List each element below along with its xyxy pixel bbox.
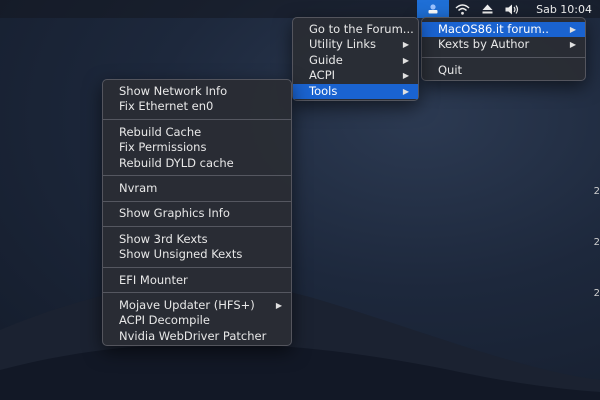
- forum-tool-icon: [428, 4, 438, 14]
- menu-item-label: Fix Ethernet en0: [119, 99, 214, 114]
- submenu-arrow-icon: ▶: [569, 25, 576, 34]
- menu-item-rebuild-dyld-cache[interactable]: Rebuild DYLD cache: [103, 156, 291, 171]
- menu-item-label: Fix Permissions: [119, 140, 207, 155]
- menu-item-nvidia-webdriver-patcher[interactable]: Nvidia WebDriver Patcher: [103, 329, 291, 344]
- menu-separator: [422, 57, 585, 59]
- menu-separator: [103, 119, 291, 121]
- menu-item-label: EFI Mounter: [119, 272, 188, 287]
- menu-item-label: ACPI Decompile: [119, 313, 210, 328]
- menu-item-show-network-info[interactable]: Show Network Info: [103, 84, 291, 99]
- desktop-edge-text: 2: [593, 237, 600, 248]
- menu-item-go-to-forum[interactable]: Go to the Forum...: [293, 22, 418, 37]
- volume-status-item[interactable]: [499, 0, 526, 18]
- menu-item-utility-links[interactable]: Utility Links ▶: [293, 37, 418, 52]
- menu-item-label: Nvram: [119, 180, 158, 195]
- menu-item-fix-permissions[interactable]: Fix Permissions: [103, 140, 291, 155]
- forum-tool-menu: MacOS86.it forum.. ▶ Kexts by Author ▶ Q…: [421, 17, 586, 81]
- menu-item-label: Mojave Updater (HFS+): [119, 297, 255, 312]
- menu-item-label: ACPI: [309, 68, 336, 83]
- menu-separator: [103, 226, 291, 228]
- menu-separator: [103, 200, 291, 202]
- menu-item-label: MacOS86.it forum..: [438, 22, 549, 36]
- forum-tool-status-item[interactable]: [417, 0, 450, 18]
- menu-separator: [103, 175, 291, 177]
- volume-icon: [505, 4, 519, 14]
- desktop-wallpaper: [0, 283, 600, 400]
- menu-item-kexts-by-author[interactable]: Kexts by Author ▶: [422, 37, 585, 52]
- menu-item-label: Go to the Forum...: [309, 22, 414, 36]
- submenu-arrow-icon: ▶: [402, 71, 409, 81]
- menu-item-label: Utility Links: [309, 37, 377, 52]
- submenu-arrow-icon: ▶: [402, 40, 409, 50]
- menu-item-efi-mounter[interactable]: EFI Mounter: [103, 273, 291, 288]
- menu-item-label: Rebuild Cache: [119, 124, 202, 139]
- menu-item-nvram[interactable]: Nvram: [103, 181, 291, 196]
- submenu-arrow-icon: ▶: [275, 300, 282, 310]
- desktop-edge-text: 2: [593, 288, 600, 299]
- menu-item-fix-ethernet[interactable]: Fix Ethernet en0: [103, 99, 291, 114]
- menu-item-mojave-updater[interactable]: Mojave Updater (HFS+) ▶: [103, 298, 291, 313]
- submenu-arrow-icon: ▶: [569, 40, 576, 50]
- wifi-icon: [455, 3, 470, 15]
- menu-item-acpi[interactable]: ACPI ▶: [293, 68, 418, 83]
- menu-item-label: Show Graphics Info: [119, 206, 230, 221]
- menu-item-rebuild-cache[interactable]: Rebuild Cache: [103, 125, 291, 140]
- menu-item-label: Nvidia WebDriver Patcher: [119, 328, 267, 343]
- menu-bar: Sab 10:04: [0, 0, 600, 18]
- menu-item-show-graphics-info[interactable]: Show Graphics Info: [103, 206, 291, 221]
- forum-submenu: Go to the Forum... Utility Links ▶ Guide…: [292, 17, 419, 101]
- menu-item-show-unsigned-kexts[interactable]: Show Unsigned Kexts: [103, 247, 291, 262]
- menu-item-show-3rd-kexts[interactable]: Show 3rd Kexts: [103, 232, 291, 247]
- tools-submenu: Show Network Info Fix Ethernet en0 Rebui…: [102, 79, 292, 346]
- menu-item-label: Show Unsigned Kexts: [119, 247, 243, 262]
- eject-status-item[interactable]: [476, 0, 499, 18]
- menu-item-label: Kexts by Author: [438, 37, 530, 52]
- menu-item-tools[interactable]: Tools ▶: [293, 83, 418, 99]
- menu-item-label: Show Network Info: [119, 84, 228, 98]
- menu-item-label: Quit: [438, 62, 463, 77]
- menu-item-macos86-forum[interactable]: MacOS86.it forum.. ▶: [422, 22, 585, 38]
- menu-item-label: Rebuild DYLD cache: [119, 155, 234, 170]
- menu-item-label: Show 3rd Kexts: [119, 231, 208, 246]
- eject-icon: [482, 4, 493, 14]
- submenu-arrow-icon: ▶: [402, 55, 409, 65]
- menu-item-label: Guide: [309, 52, 343, 67]
- menu-item-acpi-decompile[interactable]: ACPI Decompile: [103, 313, 291, 328]
- clock[interactable]: Sab 10:04: [526, 0, 600, 18]
- menu-item-guide[interactable]: Guide ▶: [293, 53, 418, 68]
- menu-separator: [103, 267, 291, 269]
- menu-separator: [103, 292, 291, 294]
- desktop-edge-text: 2: [593, 186, 600, 197]
- wifi-status-item[interactable]: [449, 0, 476, 18]
- menu-item-quit[interactable]: Quit: [422, 63, 585, 78]
- menu-item-label: Tools: [309, 83, 338, 98]
- submenu-arrow-icon: ▶: [402, 86, 409, 96]
